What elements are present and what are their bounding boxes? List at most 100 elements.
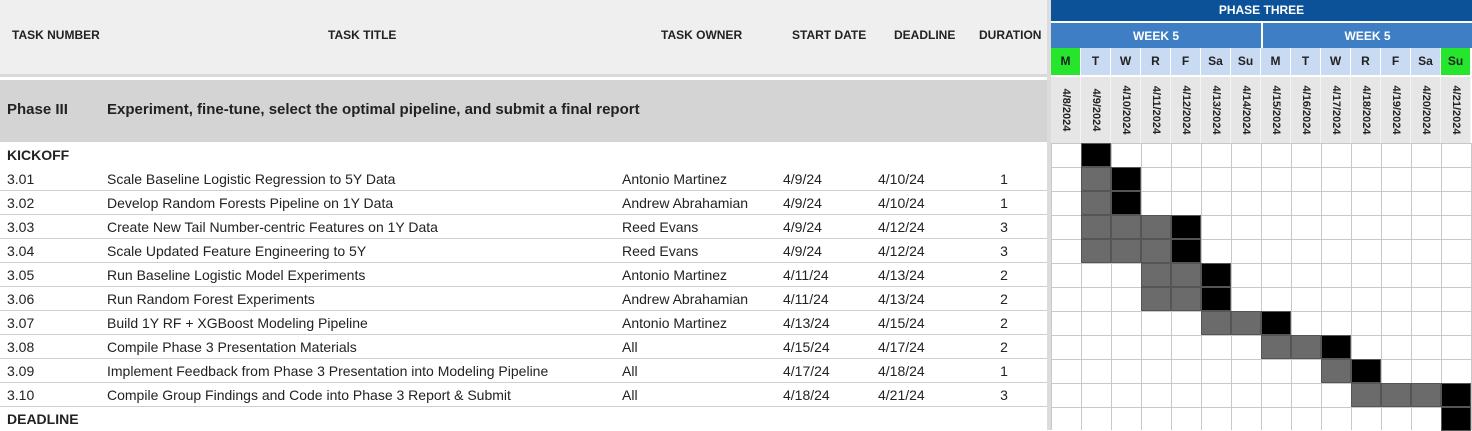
task-title: Scale Baseline Logistic Regression to 5Y…: [107, 171, 396, 187]
header-duration: DURATION: [979, 28, 1042, 42]
date-header-cell: 4/8/2024: [1051, 77, 1081, 143]
task-owner: Andrew Abrahamian: [622, 195, 749, 211]
task-title: Compile Group Findings and Code into Pha…: [107, 387, 511, 403]
date-label: 4/8/2024: [1059, 88, 1072, 132]
duration: 1: [1000, 195, 1008, 211]
gantt-progress-cell: [1081, 215, 1111, 239]
day-of-week-cell: F: [1171, 48, 1201, 75]
date-header-cell: 4/14/2024: [1231, 77, 1261, 143]
table-row[interactable]: 3.07 Build 1Y RF + XGBoost Modeling Pipel…: [0, 311, 1047, 335]
task-number: 3.09: [7, 363, 35, 379]
week-label-2: WEEK 5: [1261, 21, 1472, 48]
table-row[interactable]: 3.01 Scale Baseline Logistic Regression t…: [0, 167, 1047, 191]
task-title: Develop Random Forests Pipeline on 1Y Da…: [107, 195, 394, 211]
start-date: 4/9/24: [783, 243, 822, 259]
duration: 2: [1000, 339, 1008, 355]
day-of-week-cell: T: [1291, 48, 1321, 75]
date-label: 4/9/2024: [1089, 88, 1102, 132]
deadline-date: 4/15/24: [878, 315, 925, 331]
deadline-date: 4/10/24: [878, 195, 925, 211]
gantt-progress-cell: [1081, 239, 1111, 263]
task-title: Implement Feedback from Phase 3 Presenta…: [107, 363, 549, 379]
day-of-week-cell: T: [1081, 48, 1111, 75]
gantt-progress-cell: [1171, 287, 1201, 311]
task-number: 3.03: [7, 219, 35, 235]
gantt-progress-cell: [1231, 311, 1261, 335]
task-owner: Antonio Martinez: [622, 171, 728, 187]
start-date: 4/9/24: [783, 195, 822, 211]
start-date: 4/11/24: [783, 291, 829, 307]
table-row[interactable]: 3.09 Implement Feedback from Phase 3 Pres…: [0, 359, 1047, 383]
duration: 3: [1000, 243, 1008, 259]
duration: 2: [1000, 291, 1008, 307]
deadline-date: 4/13/24: [878, 267, 925, 283]
date-header-cell: 4/20/2024: [1411, 77, 1441, 143]
task-owner: All: [622, 387, 638, 403]
table-header: TASK NUMBER TASK TITLE TASK OWNER START …: [0, 0, 1047, 77]
gantt-progress-cell: [1171, 263, 1201, 287]
gantt-milestone-cell: [1441, 407, 1471, 431]
task-title: Scale Updated Feature Engineering to 5Y: [107, 243, 367, 259]
day-of-week-cell: W: [1111, 48, 1141, 75]
date-label: 4/19/2024: [1389, 85, 1402, 135]
gantt-progress-cell: [1081, 167, 1111, 191]
task-number: 3.07: [7, 315, 35, 331]
deadline-date: 4/10/24: [878, 171, 925, 187]
start-date: 4/15/24: [783, 339, 830, 355]
table-row[interactable]: 3.05 Run Baseline Logistic Model Experime…: [0, 263, 1047, 287]
date-header-cell: 4/16/2024: [1291, 77, 1321, 143]
gantt-progress-cell: [1141, 287, 1171, 311]
start-date: 4/9/24: [783, 171, 822, 187]
task-number: 3.08: [7, 339, 35, 355]
gantt-progress-cell: [1381, 383, 1411, 407]
start-date: 4/13/24: [783, 315, 830, 331]
table-row[interactable]: 3.06 Run Random Forest Experiments Andrew …: [0, 287, 1047, 311]
task-owner: Reed Evans: [622, 219, 699, 235]
duration: 3: [1000, 387, 1008, 403]
table-row[interactable]: 3.08 Compile Phase 3 Presentation Materia…: [0, 335, 1047, 359]
task-owner: All: [622, 339, 638, 355]
gantt-milestone-cell: [1081, 143, 1111, 167]
date-header-cell: 4/12/2024: [1171, 77, 1201, 143]
date-label: 4/13/2024: [1209, 85, 1222, 135]
table-row[interactable]: 3.04 Scale Updated Feature Engineering to…: [0, 239, 1047, 263]
deadline-label: DEADLINE: [7, 411, 79, 427]
deadline-date: 4/12/24: [878, 243, 925, 259]
day-of-week-cell: Su: [1441, 48, 1471, 75]
gantt-milestone-cell: [1321, 335, 1351, 359]
header-task-number: TASK NUMBER: [12, 28, 100, 42]
gantt-progress-cell: [1111, 239, 1141, 263]
deadline-date: 4/21/24: [878, 387, 925, 403]
task-title: Build 1Y RF + XGBoost Modeling Pipeline: [107, 315, 368, 331]
table-row[interactable]: 3.10 Compile Group Findings and Code into…: [0, 383, 1047, 407]
gantt-milestone-cell: [1441, 383, 1471, 407]
date-header-cell: 4/21/2024: [1441, 77, 1471, 143]
gantt-progress-cell: [1141, 215, 1171, 239]
day-of-week-cell: Sa: [1201, 48, 1231, 75]
task-owner: All: [622, 363, 638, 379]
task-number: 3.01: [7, 171, 35, 187]
day-of-week-cell: W: [1321, 48, 1351, 75]
phase-description: Experiment, fine-tune, select the optima…: [107, 101, 640, 118]
day-of-week-cell: R: [1141, 48, 1171, 75]
date-label: 4/10/2024: [1119, 85, 1132, 135]
date-header-cell: 4/17/2024: [1321, 77, 1351, 143]
deadline-date: 4/18/24: [878, 363, 925, 379]
start-date: 4/17/24: [783, 363, 830, 379]
date-label: 4/16/2024: [1299, 85, 1312, 135]
gantt-progress-cell: [1141, 239, 1171, 263]
task-owner: Andrew Abrahamian: [622, 291, 749, 307]
start-date: 4/18/24: [783, 387, 830, 403]
task-owner: Antonio Martinez: [622, 315, 728, 331]
day-of-week-cell: Su: [1231, 48, 1261, 75]
gantt-phase-title: PHASE THREE: [1051, 0, 1472, 21]
day-of-week-cell: F: [1381, 48, 1411, 75]
table-row[interactable]: 3.03 Create New Tail Number-centric Featu…: [0, 215, 1047, 239]
table-row[interactable]: 3.02 Develop Random Forests Pipeline on 1…: [0, 191, 1047, 215]
task-number: 3.06: [7, 291, 35, 307]
date-label: 4/20/2024: [1419, 85, 1432, 135]
duration: 3: [1000, 219, 1008, 235]
task-table: TASK NUMBER TASK TITLE TASK OWNER START …: [0, 0, 1047, 430]
gantt-milestone-cell: [1201, 287, 1231, 311]
gantt-progress-cell: [1411, 383, 1441, 407]
